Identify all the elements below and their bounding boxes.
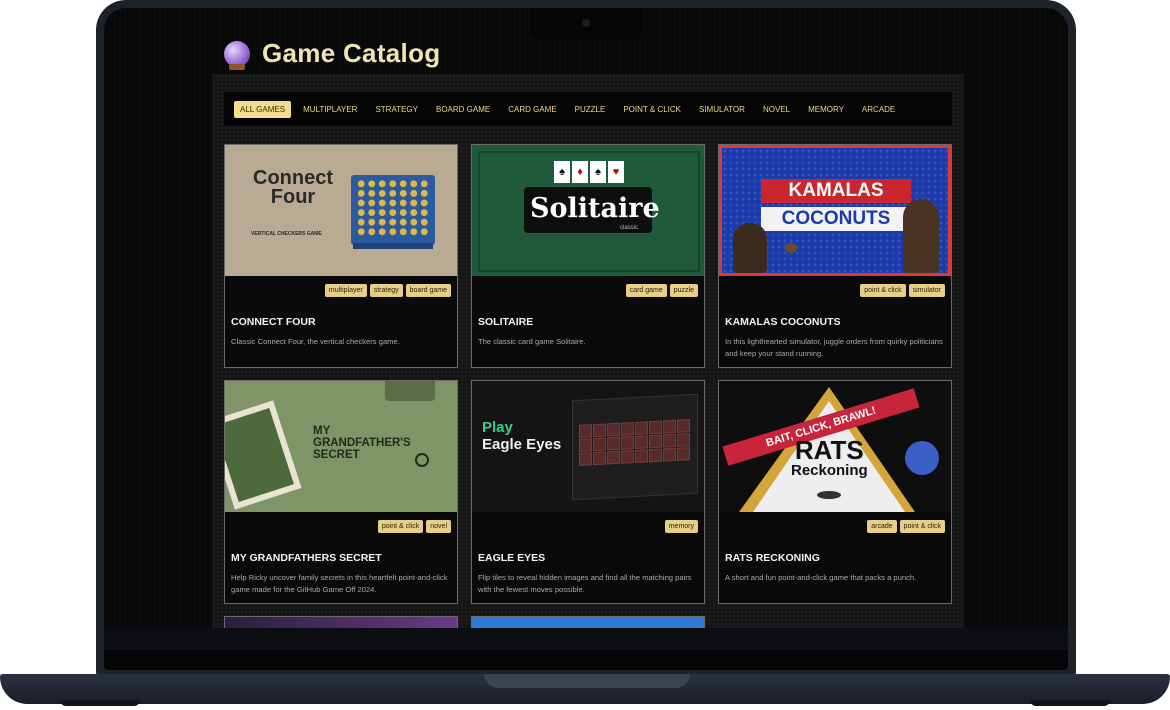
- rat-icon: [817, 491, 841, 499]
- game-card-solitaire[interactable]: ♠ ♦ ♠ ♥ Solitaire classic card game puzz…: [471, 144, 705, 368]
- laptop-foot: [60, 700, 140, 706]
- laptop-foot: [1030, 700, 1110, 706]
- badge-icon: [905, 441, 939, 475]
- thumb-text: Play: [482, 419, 513, 436]
- filter-memory[interactable]: MEMORY: [802, 101, 850, 118]
- card-description: Help Ricky uncover family secrets in thi…: [231, 573, 448, 594]
- card-description: A short and fun point-and-click game tha…: [725, 573, 917, 582]
- card-description: Flip tiles to reveal hidden images and f…: [478, 573, 692, 594]
- card-title: SOLITAIRE: [478, 316, 534, 328]
- connect-four-board-icon: [351, 175, 435, 249]
- game-card-my-grandfathers-secret[interactable]: MY GRANDFATHER'S SECRET point & click no…: [224, 380, 458, 604]
- tag-list: point & click novel: [377, 520, 451, 533]
- thumb-text: RATS: [794, 435, 864, 465]
- filter-arcade[interactable]: ARCADE: [856, 101, 901, 118]
- tag[interactable]: memory: [664, 520, 698, 533]
- crystal-ball-icon: [224, 40, 250, 70]
- tag-list: memory: [664, 520, 698, 533]
- tag[interactable]: strategy: [369, 284, 403, 297]
- thumb-text: MY: [313, 425, 331, 437]
- thumb-text: Eagle Eyes: [482, 436, 562, 453]
- app-header: Game Catalog: [224, 38, 441, 70]
- game-card-partial[interactable]: [224, 616, 458, 628]
- card-title: EAGLE EYES: [478, 552, 546, 564]
- camera-icon: [582, 19, 590, 27]
- character-icon: [903, 199, 939, 273]
- tag[interactable]: point & click: [899, 520, 945, 533]
- game-preview-window: [572, 393, 698, 501]
- laptop-chin: [104, 628, 1068, 650]
- screen: Game Catalog ALL GAMES MULTIPLAYER STRAT…: [104, 8, 1068, 628]
- tag[interactable]: point & click: [860, 284, 906, 297]
- tag-list: arcade point & click: [867, 520, 945, 533]
- tag[interactable]: point & click: [377, 520, 424, 533]
- tag[interactable]: puzzle: [669, 284, 698, 297]
- eagle-eyes-thumbnail: Play Eagle Eyes: [472, 381, 704, 512]
- filter-multiplayer[interactable]: MULTIPLAYER: [297, 101, 363, 118]
- tag-list: multiplayer strategy board game: [324, 284, 451, 297]
- map-icon: [225, 400, 302, 510]
- tag[interactable]: arcade: [867, 520, 897, 533]
- thumb-text: VERTICAL CHECKERS GAME: [251, 231, 322, 237]
- page-title: Game Catalog: [262, 38, 441, 68]
- solitaire-thumbnail: ♠ ♦ ♠ ♥ Solitaire classic: [472, 145, 704, 276]
- filter-puzzle[interactable]: PUZZLE: [569, 101, 612, 118]
- filter-simulator[interactable]: SIMULATOR: [693, 101, 751, 118]
- thumb-text: Four: [270, 186, 316, 208]
- thumb-text: COCONUTS: [761, 207, 911, 231]
- coconut-icon: [785, 243, 797, 253]
- kamalas-coconuts-thumbnail: KAMALAS COCONUTS: [719, 145, 951, 276]
- rats-reckoning-thumbnail: BAIT, CLICK, BRAWL! RATS Reckoning: [719, 381, 951, 512]
- game-card-kamalas-coconuts[interactable]: KAMALAS COCONUTS point & click simulator…: [718, 144, 952, 368]
- tag[interactable]: novel: [426, 520, 451, 533]
- thumb-text: GRANDFATHER'S: [313, 437, 411, 449]
- grandfathers-secret-thumbnail: MY GRANDFATHER'S SECRET: [225, 381, 457, 512]
- filter-board-game[interactable]: BOARD GAME: [430, 101, 496, 118]
- tag[interactable]: simulator: [908, 284, 945, 297]
- filter-card-game[interactable]: CARD GAME: [502, 101, 562, 118]
- game-card-eagle-eyes[interactable]: Play Eagle Eyes memory EAGLE EYES Flip t…: [471, 380, 705, 604]
- tag-list: card game puzzle: [625, 284, 698, 297]
- thumb-text: SECRET: [313, 449, 360, 461]
- tag[interactable]: card game: [625, 284, 667, 297]
- tag[interactable]: multiplayer: [324, 284, 367, 297]
- connect-four-thumbnail: Connect Four VERTICAL CHECKERS GAME: [225, 145, 457, 276]
- thumb-text: Solitaire: [530, 193, 660, 224]
- catalog-panel: ALL GAMES MULTIPLAYER STRATEGY BOARD GAM…: [212, 74, 964, 628]
- game-card-partial[interactable]: [471, 616, 705, 628]
- tag-list: point & click simulator: [860, 284, 945, 297]
- filter-point-click[interactable]: POINT & CLICK: [617, 101, 687, 118]
- character-icon: [733, 223, 767, 273]
- pocket-watch-icon: [415, 453, 429, 467]
- filter-strategy[interactable]: STRATEGY: [369, 101, 424, 118]
- tag[interactable]: board game: [405, 284, 451, 297]
- thumb-text: KAMALAS: [761, 179, 911, 203]
- filter-bar: ALL GAMES MULTIPLAYER STRATEGY BOARD GAM…: [224, 92, 952, 126]
- thumb-text: Reckoning: [791, 462, 868, 479]
- card-title: MY GRANDFATHERS SECRET: [231, 552, 382, 564]
- playing-cards-icon: ♠ ♦ ♠ ♥: [554, 161, 624, 183]
- game-card-rats-reckoning[interactable]: BAIT, CLICK, BRAWL! RATS Reckoning arcad…: [718, 380, 952, 604]
- card-title: KAMALAS COCONUTS: [725, 316, 841, 328]
- filter-novel[interactable]: NOVEL: [757, 101, 796, 118]
- card-description: Classic Connect Four, the vertical check…: [231, 337, 400, 346]
- thumb-text: classic: [620, 225, 639, 231]
- card-title: RATS RECKONING: [725, 552, 820, 564]
- laptop-opening-notch: [484, 674, 690, 688]
- card-title: CONNECT FOUR: [231, 316, 316, 328]
- card-description: In this lighthearted simulator, juggle o…: [725, 337, 943, 358]
- card-description: The classic card game Solitaire.: [478, 337, 586, 346]
- filter-all-games[interactable]: ALL GAMES: [234, 100, 292, 118]
- game-card-connect-four[interactable]: Connect Four VERTICAL CHECKERS GAME mult…: [224, 144, 458, 368]
